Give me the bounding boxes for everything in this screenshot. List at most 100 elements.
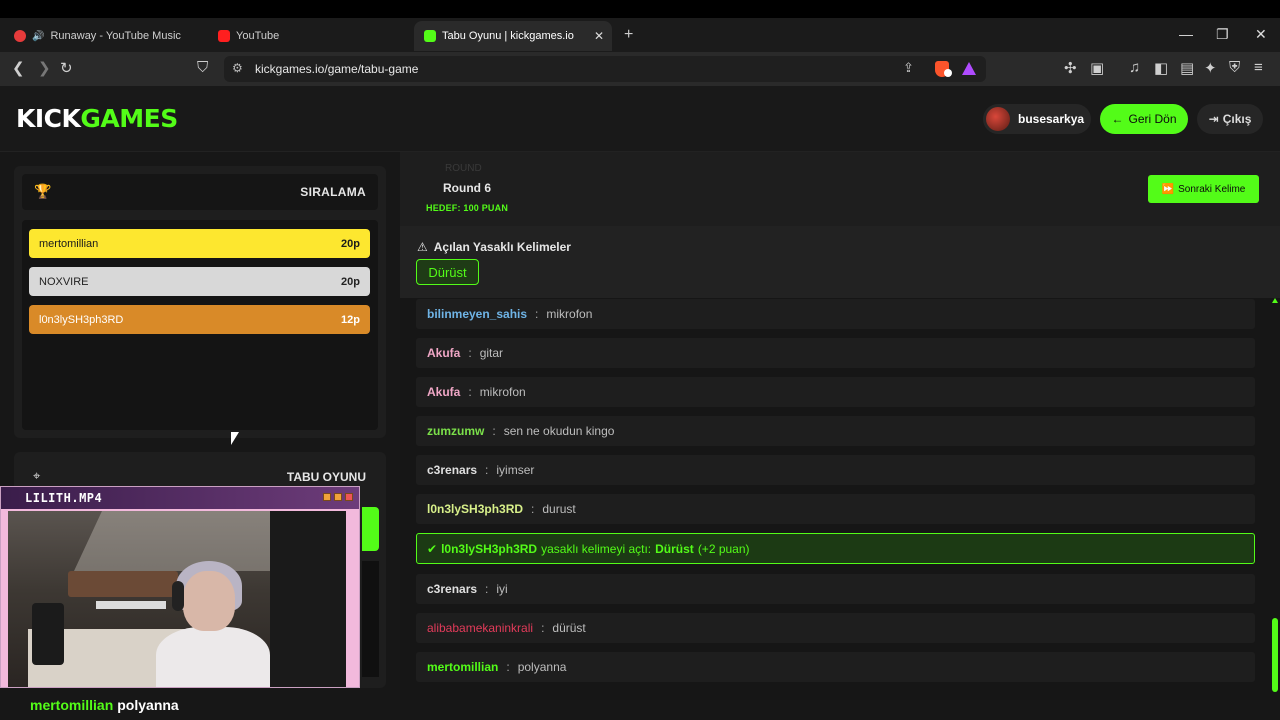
webcam-window-buttons	[323, 493, 353, 501]
minimize-icon	[323, 493, 331, 501]
ranking-row: NOXVIRE 20p	[29, 267, 370, 296]
chat-text: gitar	[479, 346, 504, 360]
youtube-icon	[218, 30, 230, 42]
back-icon[interactable]: ❮	[12, 59, 25, 77]
arrow-left-icon: ←	[1111, 112, 1124, 126]
chat-text: mikrofon	[546, 307, 593, 321]
chat-message: Akufa: gitar	[416, 338, 1255, 368]
tab-label: YouTube	[236, 30, 280, 42]
tab-kickgames[interactable]: Tabu Oyunu | kickgames.io ✕	[414, 21, 612, 51]
scroll-up-icon[interactable]	[1272, 298, 1278, 303]
tab-youtube-music[interactable]: 🔊 Runaway - YouTube Music	[4, 21, 204, 51]
url-text: kickgames.io/game/tabu-game	[255, 62, 419, 76]
ranking-list: mertomillian 20p NOXVIRE 20p l0n3lySH3ph…	[22, 220, 378, 430]
chat-message: Akufa: mikrofon	[416, 377, 1255, 407]
chat-text: dürüst	[552, 621, 586, 635]
video-headset	[172, 581, 184, 611]
speaker-icon[interactable]: 🔊	[32, 31, 44, 42]
chat-separator: :	[506, 660, 510, 674]
banned-word-chip: Dürüst	[416, 259, 479, 285]
close-tab-icon[interactable]: ✕	[594, 29, 604, 43]
stream-chat-overlay: mertomillian polyanna	[30, 697, 179, 713]
bookmark-icon[interactable]: ⛉	[197, 59, 208, 76]
logout-button[interactable]: ⇥ Çıkış	[1197, 104, 1263, 134]
trophy-icon: 🏆	[34, 183, 52, 199]
video-dark-area	[270, 511, 346, 687]
next-word-label: Sonraki Kelime	[1178, 183, 1246, 195]
wallet-icon[interactable]: ▤	[1180, 59, 1194, 77]
extensions-icon[interactable]: ✣	[1064, 59, 1077, 77]
back-button[interactable]: ← Geri Dön	[1100, 104, 1188, 134]
screenshot-icon[interactable]: ▣	[1090, 59, 1104, 77]
browser-toolbar: ❮ ❯ ↻ ⛉ ⚙ kickgames.io/game/tabu-game ⇪ …	[0, 52, 1280, 86]
chat-separator: :	[535, 307, 539, 321]
chat-message: zumzumw: sen ne okudun kingo	[416, 416, 1255, 446]
logout-button-label: Çıkış	[1222, 112, 1252, 126]
site-info-icon[interactable]: ⚙	[232, 61, 243, 75]
banned-words-header: ⚠ Açılan Yasaklı Kelimeler	[417, 240, 571, 254]
forward-icon[interactable]: ❯	[38, 59, 51, 77]
crosshair-icon: ⌖	[33, 468, 41, 483]
reload-icon[interactable]: ↻	[60, 59, 73, 77]
minimize-icon[interactable]: —	[1179, 26, 1193, 42]
chat-user: Akufa	[427, 385, 461, 399]
system-word: Dürüst	[655, 541, 694, 556]
ranking-title: SIRALAMA	[300, 185, 366, 199]
tabu-word-card	[362, 507, 379, 551]
back-button-label: Geri Dön	[1128, 112, 1177, 126]
overlay-chat-user: mertomillian	[30, 697, 114, 713]
tabu-banned-list	[362, 561, 379, 677]
banned-words-title: Açılan Yasaklı Kelimeler	[433, 240, 571, 254]
ai-icon[interactable]: ✦	[1204, 59, 1217, 77]
next-word-button[interactable]: ⏩ Sonraki Kelime	[1148, 175, 1259, 203]
tab-label: Tabu Oyunu | kickgames.io	[442, 30, 574, 42]
chat-separator: :	[492, 424, 496, 438]
chat-user: bilinmeyen_sahis	[427, 307, 528, 321]
overlay-chat-message: polyanna	[117, 697, 179, 713]
kickgames-icon	[424, 30, 436, 42]
player-points: 12p	[341, 313, 360, 326]
brave-rewards-icon[interactable]	[962, 62, 976, 75]
address-bar[interactable]: ⚙ kickgames.io/game/tabu-game ⇪	[224, 56, 986, 82]
kickgames-logo[interactable]: KICKGAMES	[16, 104, 178, 133]
chat-separator: :	[531, 502, 535, 516]
tab-label: Runaway - YouTube Music	[50, 30, 181, 42]
chat-scroll-thumb[interactable]	[1272, 618, 1278, 692]
close-window-icon[interactable]: ✕	[1255, 26, 1267, 43]
warning-icon: ⚠	[417, 240, 428, 254]
round-title: Round 6	[443, 181, 491, 195]
ranking-header: 🏆 SIRALAMA	[22, 174, 378, 210]
tabu-title: TABU OYUNU	[286, 470, 366, 484]
webcam-title: LILITH.MP4	[25, 491, 103, 505]
round-target: HEDEF: 100 PUAN	[426, 203, 509, 213]
webcam-video	[8, 511, 346, 687]
username: busesarkya	[1018, 112, 1085, 126]
mouse-cursor-icon	[231, 432, 239, 445]
user-profile[interactable]: busesarkya	[983, 104, 1091, 134]
check-circle-icon: ✔	[427, 541, 438, 556]
chat-separator: :	[468, 385, 472, 399]
new-tab-icon[interactable]: +	[624, 26, 633, 44]
close-icon	[345, 493, 353, 501]
round-label-faded: ROUND	[445, 163, 482, 174]
browser-tab-bar: 🔊 Runaway - YouTube Music YouTube Tabu O…	[0, 18, 1280, 52]
sidebar-icon[interactable]: ◧	[1154, 59, 1168, 77]
menu-icon[interactable]: ≡	[1254, 59, 1263, 76]
tab-youtube[interactable]: YouTube	[208, 21, 408, 51]
maximize-icon	[334, 493, 342, 501]
player-name: l0n3lySH3ph3RD	[39, 313, 124, 326]
chat-message: c3renars: iyi	[416, 574, 1255, 604]
chat-message: mertomillian: polyanna	[416, 652, 1255, 682]
video-shelf-edge	[96, 601, 166, 609]
webcam-overlay: LILITH.MP4	[0, 486, 360, 688]
logo-kick: KICK	[16, 104, 81, 133]
restore-icon[interactable]: ❐	[1216, 26, 1229, 43]
shield-badge-icon	[944, 69, 952, 77]
music-icon[interactable]: ♫	[1129, 59, 1140, 76]
webcam-titlebar: LILITH.MP4	[1, 487, 359, 509]
video-shelf	[68, 571, 178, 597]
chat-text: sen ne okudun kingo	[503, 424, 615, 438]
share-icon[interactable]: ⇪	[903, 60, 914, 76]
vpn-icon[interactable]: ⛨	[1229, 59, 1240, 76]
chat-user: c3renars	[427, 463, 478, 477]
